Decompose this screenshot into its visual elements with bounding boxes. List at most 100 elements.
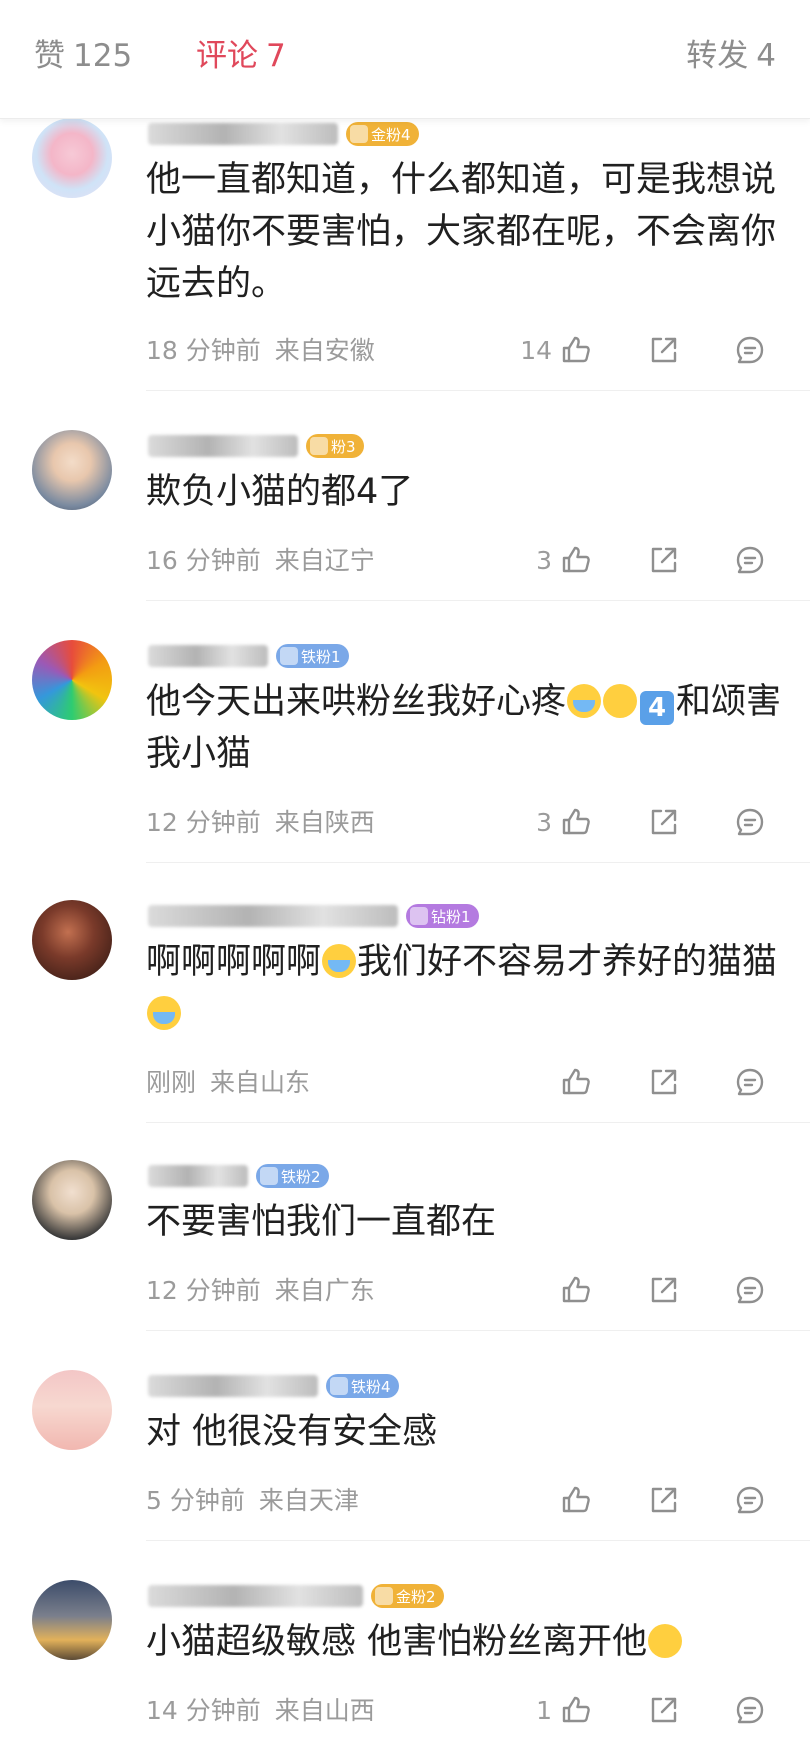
share-icon[interactable]: [644, 1270, 684, 1310]
like-count: 3: [536, 545, 552, 575]
like-button[interactable]: 14: [520, 330, 596, 370]
comment-meta: 12 分钟前 来自广东: [146, 1276, 375, 1306]
fan-badge[interactable]: 金粉2: [371, 1584, 444, 1608]
like-count: 3: [536, 807, 552, 837]
comment-location: 来自陕西: [274, 808, 375, 837]
tab-reposts[interactable]: 转发 4: [686, 38, 776, 74]
crown-icon: [410, 907, 428, 925]
like-count: 14: [520, 335, 552, 365]
comment-location: 来自广东: [274, 1276, 375, 1305]
fan-badge[interactable]: 粉3: [306, 434, 364, 458]
diamond-icon: [330, 1377, 348, 1395]
share-icon[interactable]: [644, 330, 684, 370]
share-icon[interactable]: [644, 1690, 684, 1730]
avatar[interactable]: [32, 640, 112, 720]
fan-badge[interactable]: 铁粉2: [256, 1164, 329, 1188]
avatar[interactable]: [32, 1580, 112, 1660]
fan-badge[interactable]: 铁粉4: [326, 1374, 399, 1398]
avatar[interactable]: [32, 430, 112, 510]
comment-text: 小猫超级敏感 他害怕粉丝离开他: [146, 1616, 786, 1668]
divider: [146, 390, 810, 391]
crown-icon: [375, 1587, 393, 1605]
worried-emoji: [648, 1624, 683, 1658]
comment-time: 12 分钟前: [146, 808, 261, 837]
divider: [146, 1540, 810, 1541]
username-redacted[interactable]: [148, 905, 398, 927]
comment-item: 金粉2 小猫超级敏感 他害怕粉丝离开他 14 分钟前 来自山西 1: [0, 1580, 810, 1740]
crown-icon: [310, 437, 328, 455]
comment-location: 来自辽宁: [274, 546, 375, 575]
username-redacted[interactable]: [148, 1375, 318, 1397]
share-icon[interactable]: [644, 1062, 684, 1102]
reply-icon[interactable]: [730, 1480, 770, 1520]
tab-comments[interactable]: 评论 7: [196, 38, 286, 74]
reply-icon[interactable]: [730, 1270, 770, 1310]
comment-item: 粉3 欺负小猫的都4了 16 分钟前 来自辽宁 3: [0, 430, 810, 590]
username-redacted[interactable]: [148, 1165, 248, 1187]
like-count: 1: [536, 1695, 552, 1725]
tab-likes[interactable]: 赞 125: [34, 38, 132, 74]
reply-icon[interactable]: [730, 330, 770, 370]
diamond-icon: [280, 647, 298, 665]
share-icon[interactable]: [644, 540, 684, 580]
crying-emoji: [147, 996, 181, 1030]
like-button[interactable]: [538, 1480, 596, 1520]
comment-text: 不要害怕我们一直都在: [146, 1202, 497, 1242]
reply-icon[interactable]: [730, 802, 770, 842]
comment-item: 金粉4 他一直都知道，什么都知道，可是我想说小猫你不要害怕，大家都在呢，不会离你…: [0, 118, 810, 390]
worried-emoji: [603, 684, 638, 718]
tab-comments-label: 评论: [196, 38, 258, 74]
comment-meta: 刚刚 来自山东: [146, 1068, 310, 1098]
reply-icon[interactable]: [730, 1062, 770, 1102]
tab-reposts-label: 转发: [686, 38, 749, 74]
divider: [146, 1330, 810, 1331]
divider: [146, 1122, 810, 1123]
fan-badge[interactable]: 金粉4: [346, 122, 419, 146]
comment-location: 来自山西: [274, 1696, 375, 1725]
like-button[interactable]: [538, 1270, 596, 1310]
username-row: 铁粉2: [148, 1162, 329, 1190]
divider: [146, 862, 810, 863]
crying-emoji: [567, 684, 602, 718]
avatar[interactable]: [32, 118, 112, 198]
tab-comments-count: 7: [266, 38, 286, 74]
comment-meta: 16 分钟前 来自辽宁: [146, 546, 375, 576]
comment-text: 啊啊啊啊啊 我们好不容易才养好的猫猫: [146, 936, 786, 1040]
username-redacted[interactable]: [148, 645, 268, 667]
avatar[interactable]: [32, 900, 112, 980]
crying-emoji: [322, 944, 357, 978]
comment-location: 来自安徽: [274, 336, 375, 365]
comment-actions: 3: [536, 540, 770, 580]
fan-badge[interactable]: 铁粉1: [276, 644, 349, 668]
like-button[interactable]: 3: [536, 540, 596, 580]
comment-meta: 14 分钟前 来自山西: [146, 1696, 375, 1726]
tab-likes-count: 125: [73, 38, 133, 74]
share-icon[interactable]: [644, 1480, 684, 1520]
like-icon: [556, 1480, 596, 1520]
comment-text: 他一直都知道，什么都知道，可是我想说小猫你不要害怕，大家都在呢，不会离你远去的。: [146, 160, 777, 304]
avatar[interactable]: [32, 1370, 112, 1450]
username-redacted[interactable]: [148, 123, 338, 145]
share-icon[interactable]: [644, 802, 684, 842]
reply-icon[interactable]: [730, 1690, 770, 1730]
username-row: 钻粉1: [148, 902, 479, 930]
username-redacted[interactable]: [148, 435, 298, 457]
like-button[interactable]: 3: [536, 802, 596, 842]
comment-location: 来自山东: [210, 1068, 311, 1097]
crown-icon: [350, 125, 368, 143]
divider: [146, 600, 810, 601]
like-icon: [556, 802, 596, 842]
comment-time: 18 分钟前: [146, 336, 261, 365]
comment-time: 14 分钟前: [146, 1696, 261, 1725]
like-button[interactable]: 1: [536, 1690, 596, 1730]
comment-text: 他今天出来哄粉丝我好心疼 4 和颂害我小猫: [146, 682, 782, 774]
comment-meta: 18 分钟前 来自安徽: [146, 336, 375, 366]
like-button[interactable]: [538, 1062, 596, 1102]
avatar[interactable]: [32, 1160, 112, 1240]
like-icon: [556, 1062, 596, 1102]
username-redacted[interactable]: [148, 1585, 363, 1607]
reply-icon[interactable]: [730, 540, 770, 580]
comment-actions: 14: [520, 330, 770, 370]
comment-actions: 1: [536, 1690, 770, 1730]
fan-badge[interactable]: 钻粉1: [406, 904, 479, 928]
